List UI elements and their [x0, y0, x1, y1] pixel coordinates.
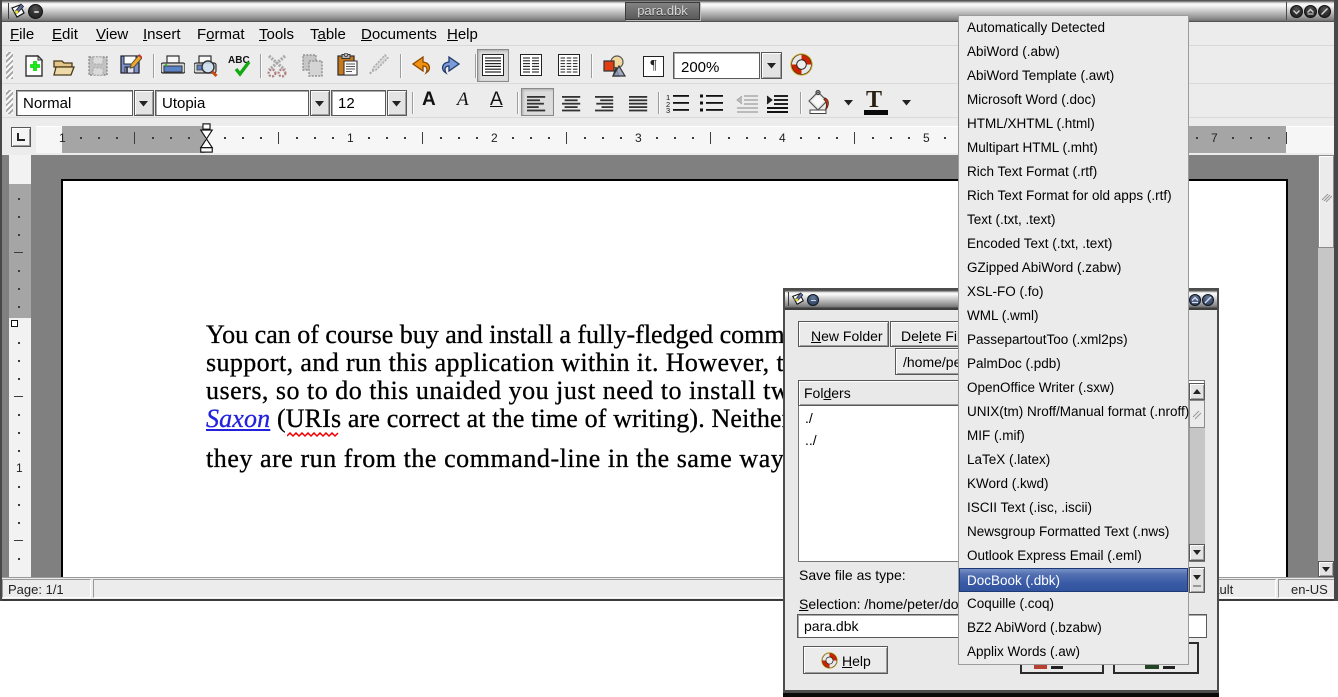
svg-text:3: 3	[666, 106, 670, 113]
